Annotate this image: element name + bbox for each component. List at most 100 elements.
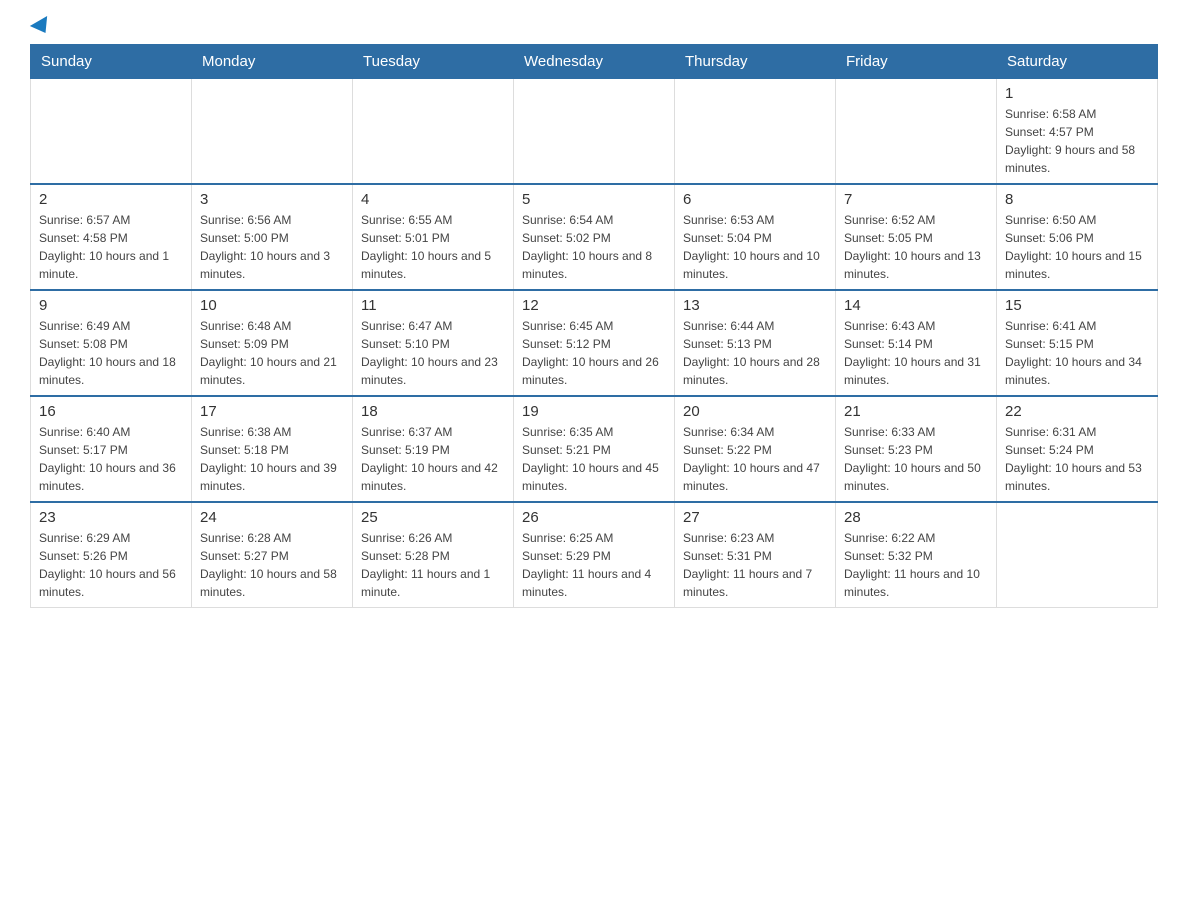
day-number: 23: [39, 509, 183, 526]
day-info: Sunrise: 6:40 AMSunset: 5:17 PMDaylight:…: [39, 423, 183, 495]
day-info: Sunrise: 6:56 AMSunset: 5:00 PMDaylight:…: [200, 211, 344, 283]
calendar-cell: 9 Sunrise: 6:49 AMSunset: 5:08 PMDaylight…: [31, 290, 192, 396]
calendar-cell: 14 Sunrise: 6:43 AMSunset: 5:14 PMDayligh…: [836, 290, 997, 396]
calendar-cell: 24 Sunrise: 6:28 AMSunset: 5:27 PMDayligh…: [192, 502, 353, 608]
calendar-table: SundayMondayTuesdayWednesdayThursdayFrid…: [30, 44, 1158, 608]
day-number: 13: [683, 297, 827, 314]
calendar-header-row: SundayMondayTuesdayWednesdayThursdayFrid…: [31, 45, 1158, 79]
calendar-cell: 3 Sunrise: 6:56 AMSunset: 5:00 PMDaylight…: [192, 184, 353, 290]
day-number: 18: [361, 403, 505, 420]
calendar-cell: 5 Sunrise: 6:54 AMSunset: 5:02 PMDaylight…: [514, 184, 675, 290]
day-info: Sunrise: 6:38 AMSunset: 5:18 PMDaylight:…: [200, 423, 344, 495]
day-number: 4: [361, 191, 505, 208]
calendar-cell: 28Sunrise: 6:22 AMSunset: 5:32 PMDayligh…: [836, 502, 997, 608]
day-info: Sunrise: 6:54 AMSunset: 5:02 PMDaylight:…: [522, 211, 666, 283]
calendar-week-row: 16 Sunrise: 6:40 AMSunset: 5:17 PMDayligh…: [31, 396, 1158, 502]
day-info: Sunrise: 6:33 AMSunset: 5:23 PMDaylight:…: [844, 423, 988, 495]
day-number: 10: [200, 297, 344, 314]
day-info: Sunrise: 6:45 AMSunset: 5:12 PMDaylight:…: [522, 317, 666, 389]
day-info: Sunrise: 6:28 AMSunset: 5:27 PMDaylight:…: [200, 529, 344, 601]
day-number: 15: [1005, 297, 1149, 314]
calendar-week-row: 1 Sunrise: 6:58 AMSunset: 4:57 PMDaylight…: [31, 79, 1158, 185]
calendar-cell: 1 Sunrise: 6:58 AMSunset: 4:57 PMDaylight…: [997, 79, 1158, 185]
calendar-cell: 11 Sunrise: 6:47 AMSunset: 5:10 PMDayligh…: [353, 290, 514, 396]
day-number: 24: [200, 509, 344, 526]
calendar-cell: [675, 79, 836, 185]
calendar-cell: 8Sunrise: 6:50 AMSunset: 5:06 PMDaylight…: [997, 184, 1158, 290]
calendar-cell: [514, 79, 675, 185]
calendar-cell: [836, 79, 997, 185]
calendar-cell: 27 Sunrise: 6:23 AMSunset: 5:31 PMDayligh…: [675, 502, 836, 608]
calendar-week-row: 9 Sunrise: 6:49 AMSunset: 5:08 PMDaylight…: [31, 290, 1158, 396]
day-header-sunday: Sunday: [31, 45, 192, 79]
day-header-monday: Monday: [192, 45, 353, 79]
calendar-cell: 23Sunrise: 6:29 AMSunset: 5:26 PMDayligh…: [31, 502, 192, 608]
day-info: Sunrise: 6:52 AMSunset: 5:05 PMDaylight:…: [844, 211, 988, 283]
calendar-cell: 12 Sunrise: 6:45 AMSunset: 5:12 PMDayligh…: [514, 290, 675, 396]
day-info: Sunrise: 6:41 AMSunset: 5:15 PMDaylight:…: [1005, 317, 1149, 389]
day-info: Sunrise: 6:53 AMSunset: 5:04 PMDaylight:…: [683, 211, 827, 283]
day-info: Sunrise: 6:26 AMSunset: 5:28 PMDaylight:…: [361, 529, 505, 601]
calendar-cell: 19 Sunrise: 6:35 AMSunset: 5:21 PMDayligh…: [514, 396, 675, 502]
day-number: 1: [1005, 85, 1149, 102]
day-info: Sunrise: 6:47 AMSunset: 5:10 PMDaylight:…: [361, 317, 505, 389]
day-info: Sunrise: 6:34 AMSunset: 5:22 PMDaylight:…: [683, 423, 827, 495]
calendar-cell: 17 Sunrise: 6:38 AMSunset: 5:18 PMDayligh…: [192, 396, 353, 502]
day-number: 22: [1005, 403, 1149, 420]
day-number: 20: [683, 403, 827, 420]
logo: [30, 20, 52, 34]
calendar-cell: 10 Sunrise: 6:48 AMSunset: 5:09 PMDayligh…: [192, 290, 353, 396]
calendar-cell: 18 Sunrise: 6:37 AMSunset: 5:19 PMDayligh…: [353, 396, 514, 502]
day-info: Sunrise: 6:37 AMSunset: 5:19 PMDaylight:…: [361, 423, 505, 495]
calendar-cell: 16 Sunrise: 6:40 AMSunset: 5:17 PMDayligh…: [31, 396, 192, 502]
page-header: [30, 20, 1158, 34]
day-number: 26: [522, 509, 666, 526]
day-number: 19: [522, 403, 666, 420]
day-number: 21: [844, 403, 988, 420]
day-header-thursday: Thursday: [675, 45, 836, 79]
calendar-week-row: 23Sunrise: 6:29 AMSunset: 5:26 PMDayligh…: [31, 502, 1158, 608]
day-info: Sunrise: 6:57 AMSunset: 4:58 PMDaylight:…: [39, 211, 183, 283]
day-number: 6: [683, 191, 827, 208]
logo-arrow-icon: [30, 16, 54, 38]
day-info: Sunrise: 6:31 AMSunset: 5:24 PMDaylight:…: [1005, 423, 1149, 495]
calendar-cell: 4 Sunrise: 6:55 AMSunset: 5:01 PMDaylight…: [353, 184, 514, 290]
day-number: 5: [522, 191, 666, 208]
calendar-cell: [31, 79, 192, 185]
calendar-cell: 6 Sunrise: 6:53 AMSunset: 5:04 PMDaylight…: [675, 184, 836, 290]
day-number: 14: [844, 297, 988, 314]
day-header-tuesday: Tuesday: [353, 45, 514, 79]
calendar-cell: 25 Sunrise: 6:26 AMSunset: 5:28 PMDayligh…: [353, 502, 514, 608]
day-info: Sunrise: 6:44 AMSunset: 5:13 PMDaylight:…: [683, 317, 827, 389]
day-number: 28: [844, 509, 988, 526]
calendar-week-row: 2 Sunrise: 6:57 AMSunset: 4:58 PMDaylight…: [31, 184, 1158, 290]
day-number: 12: [522, 297, 666, 314]
day-info: Sunrise: 6:43 AMSunset: 5:14 PMDaylight:…: [844, 317, 988, 389]
day-number: 27: [683, 509, 827, 526]
calendar-cell: 21 Sunrise: 6:33 AMSunset: 5:23 PMDayligh…: [836, 396, 997, 502]
day-info: Sunrise: 6:23 AMSunset: 5:31 PMDaylight:…: [683, 529, 827, 601]
day-number: 16: [39, 403, 183, 420]
calendar-cell: 13 Sunrise: 6:44 AMSunset: 5:13 PMDayligh…: [675, 290, 836, 396]
day-number: 11: [361, 297, 505, 314]
day-info: Sunrise: 6:48 AMSunset: 5:09 PMDaylight:…: [200, 317, 344, 389]
day-number: 17: [200, 403, 344, 420]
calendar-cell: 20 Sunrise: 6:34 AMSunset: 5:22 PMDayligh…: [675, 396, 836, 502]
calendar-cell: 7Sunrise: 6:52 AMSunset: 5:05 PMDaylight…: [836, 184, 997, 290]
day-info: Sunrise: 6:55 AMSunset: 5:01 PMDaylight:…: [361, 211, 505, 283]
day-number: 2: [39, 191, 183, 208]
calendar-cell: 22 Sunrise: 6:31 AMSunset: 5:24 PMDayligh…: [997, 396, 1158, 502]
day-info: Sunrise: 6:58 AMSunset: 4:57 PMDaylight:…: [1005, 105, 1149, 177]
calendar-cell: [192, 79, 353, 185]
calendar-cell: [353, 79, 514, 185]
calendar-cell: 15 Sunrise: 6:41 AMSunset: 5:15 PMDayligh…: [997, 290, 1158, 396]
day-header-friday: Friday: [836, 45, 997, 79]
day-number: 3: [200, 191, 344, 208]
day-number: 25: [361, 509, 505, 526]
calendar-cell: 2 Sunrise: 6:57 AMSunset: 4:58 PMDaylight…: [31, 184, 192, 290]
day-info: Sunrise: 6:49 AMSunset: 5:08 PMDaylight:…: [39, 317, 183, 389]
day-info: Sunrise: 6:35 AMSunset: 5:21 PMDaylight:…: [522, 423, 666, 495]
calendar-cell: 26 Sunrise: 6:25 AMSunset: 5:29 PMDayligh…: [514, 502, 675, 608]
day-number: 9: [39, 297, 183, 314]
day-info: Sunrise: 6:25 AMSunset: 5:29 PMDaylight:…: [522, 529, 666, 601]
